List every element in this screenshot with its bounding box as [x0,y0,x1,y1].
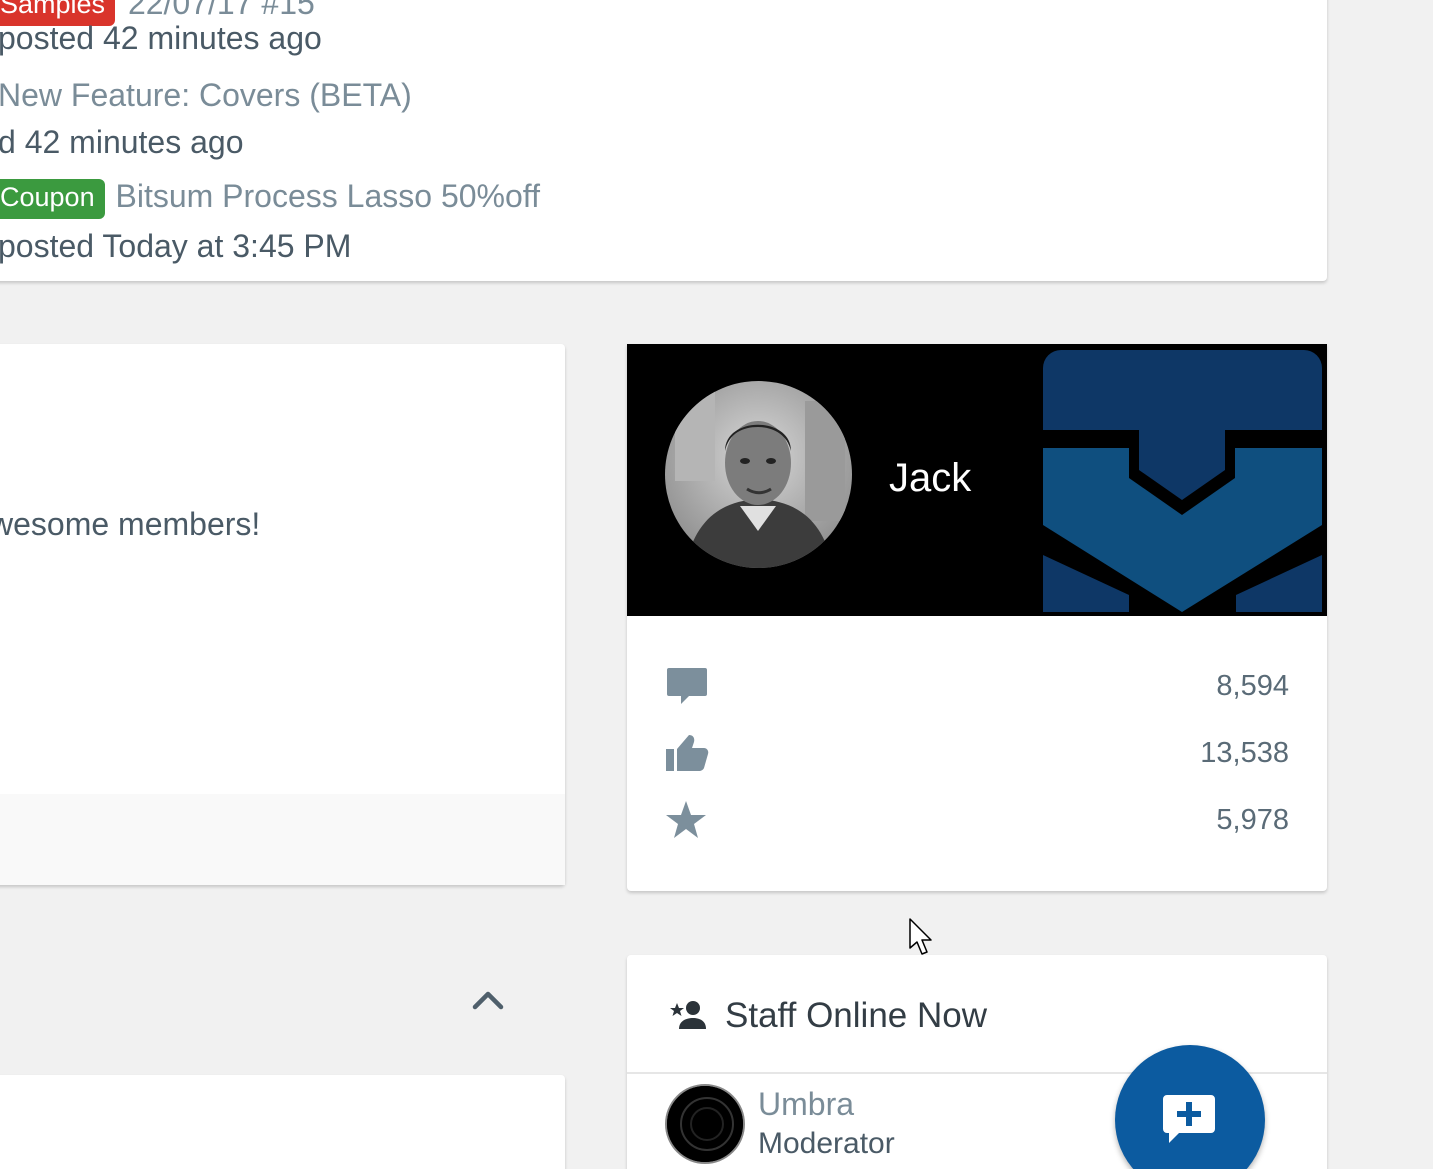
post-meta-2: d 42 minutes ago [0,124,244,160]
post-title-link-2[interactable]: New Feature: Covers (BETA) [0,79,412,111]
post-title-link[interactable]: 22/07/17 #15 [128,0,315,21]
post-title-link[interactable]: Bitsum Process Lasso 50%off [115,178,540,214]
profile-card: Jack 8,594 13,538 5,978 [627,344,1327,891]
welcome-card-footer [0,794,565,885]
welcome-card: wesome members! [0,344,565,885]
user-star-icon [670,1001,706,1029]
avatar[interactable] [665,381,852,568]
mouse-cursor-icon [909,918,932,955]
stat-value: 8,594 [1216,670,1289,702]
post-meta-3: posted Today at 3:45 PM [0,228,352,264]
post-item-title-3[interactable]: Coupon Bitsum Process Lasso 50%off [0,179,540,219]
brand-logo-icon [1043,350,1322,612]
thumbs-up-icon [666,735,709,771]
stat-value: 5,978 [1216,804,1289,836]
staff-online-title: Staff Online Now [725,996,987,1035]
staff-member-role: Moderator [758,1127,895,1160]
chat-plus-icon [1163,1095,1215,1143]
bottom-left-card [0,1075,565,1169]
post-prefix-coupon: Coupon [0,179,105,219]
latest-posts-card: Samples 22/07/17 #15 posted 42 minutes a… [0,0,1327,281]
stat-row-reactions: 13,538 [665,733,1289,773]
message-icon [667,668,707,704]
stat-row-points: 5,978 [665,800,1289,840]
avatar[interactable] [665,1084,745,1164]
star-icon [666,801,706,838]
chevron-up-icon[interactable] [470,985,506,1015]
welcome-text: wesome members! [0,506,261,542]
profile-name[interactable]: Jack [889,456,971,501]
staff-member-name[interactable]: Umbra [758,1086,854,1123]
profile-banner: Jack [627,344,1327,616]
stat-row-messages: 8,594 [665,666,1289,706]
post-meta-1: posted 42 minutes ago [0,20,322,56]
stat-value: 13,538 [1200,737,1289,769]
